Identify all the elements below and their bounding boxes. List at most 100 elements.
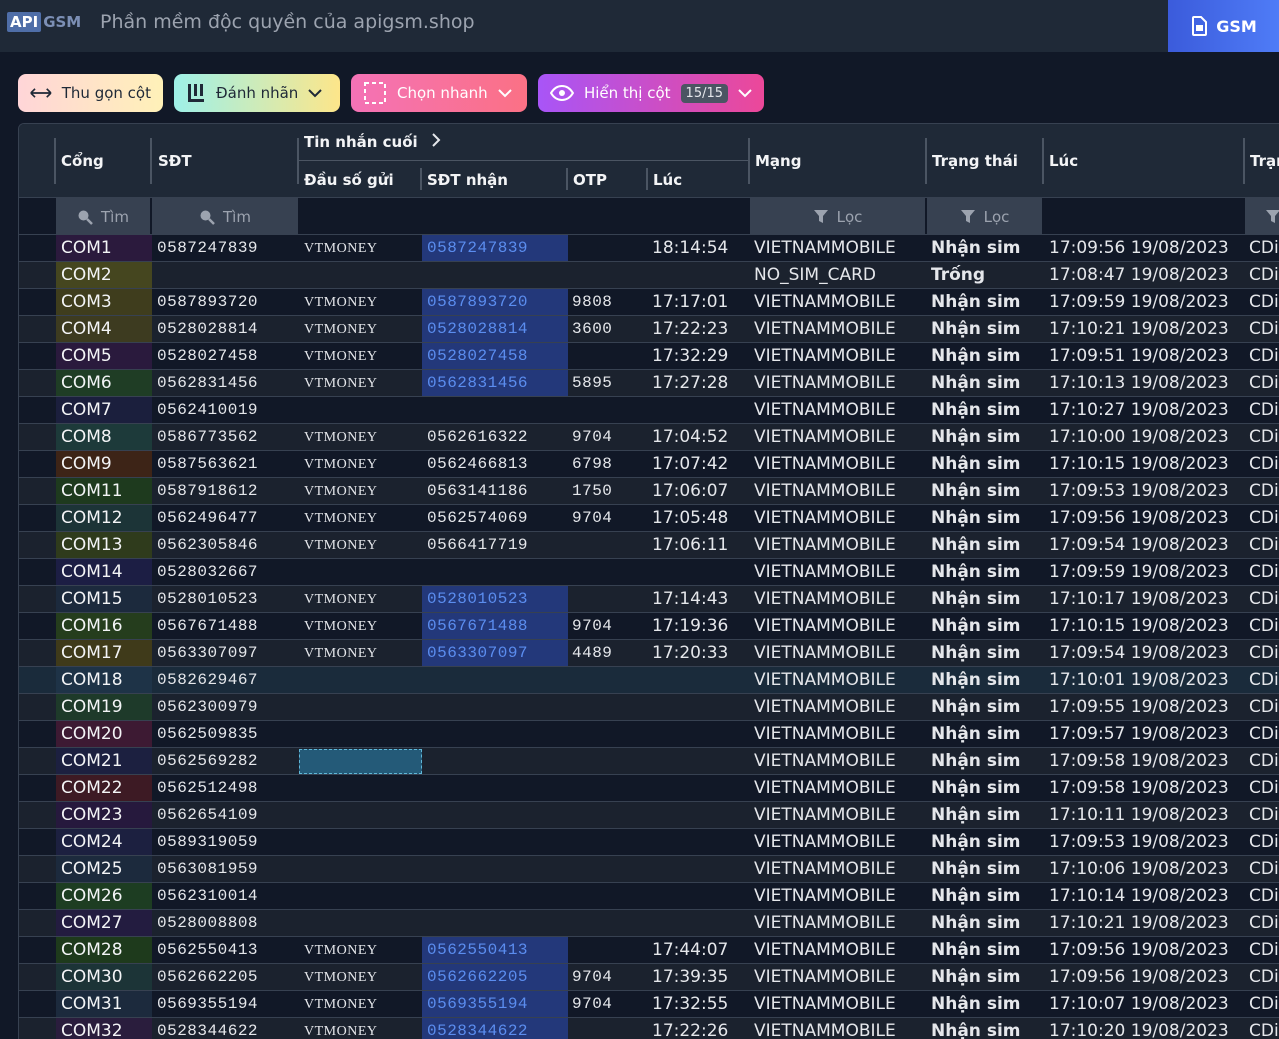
- column-header-sender[interactable]: Đầu số gửi: [304, 171, 394, 189]
- table-row[interactable]: COM4 0528028814 VTMONEY 0528028814 3600 17:22…: [19, 316, 1279, 343]
- cell-station[interactable]: CDi: [1249, 478, 1279, 504]
- cell-receiver[interactable]: 0528010523: [422, 586, 568, 612]
- cell-status[interactable]: Nhận sim: [931, 991, 1043, 1017]
- cell-port[interactable]: COM24: [56, 829, 152, 855]
- cell-receiver[interactable]: 0569355194: [422, 991, 568, 1017]
- cell-msg-time[interactable]: 17:07:42: [652, 451, 752, 477]
- cell-otp[interactable]: 4489: [572, 640, 648, 666]
- table-row[interactable]: COM16 0567671488 VTMONEY 0567671488 9704 17:1…: [19, 613, 1279, 640]
- cell-station[interactable]: CDi: [1249, 586, 1279, 612]
- cell-sdt[interactable]: 0562550413: [157, 937, 299, 963]
- cell-sender[interactable]: VTMONEY: [304, 451, 422, 477]
- cell-station[interactable]: CDi: [1249, 937, 1279, 963]
- cell-sdt[interactable]: 0586773562: [157, 424, 299, 450]
- cell-sdt[interactable]: 0528008808: [157, 910, 299, 936]
- cell-sdt[interactable]: 0528028814: [157, 316, 299, 342]
- cell-station[interactable]: CDi: [1249, 424, 1279, 450]
- column-header-status[interactable]: Trạng thái: [932, 152, 1018, 170]
- cell-msg-time[interactable]: 17:14:43: [652, 586, 752, 612]
- cell-otp[interactable]: [572, 910, 648, 936]
- cell-station[interactable]: CDi: [1249, 883, 1279, 909]
- cell-port[interactable]: COM11: [56, 478, 152, 504]
- cell-sender[interactable]: VTMONEY: [304, 964, 422, 990]
- cell-time[interactable]: 17:09:56 19/08/2023: [1049, 505, 1244, 531]
- cell-msg-time[interactable]: 17:39:35: [652, 964, 752, 990]
- column-header-port[interactable]: Cổng: [61, 152, 104, 170]
- cell-otp[interactable]: [572, 532, 648, 558]
- table-row[interactable]: COM15 0528010523 VTMONEY 0528010523 17:14:43…: [19, 586, 1279, 613]
- cell-station[interactable]: CDi: [1249, 235, 1279, 261]
- cell-sender[interactable]: VTMONEY: [304, 532, 422, 558]
- cell-station[interactable]: CDi: [1249, 829, 1279, 855]
- table-row[interactable]: COM8 0586773562 VTMONEY 0562616322 9704 17:04…: [19, 424, 1279, 451]
- cell-msg-time[interactable]: 17:06:07: [652, 478, 752, 504]
- cell-msg-time[interactable]: 17:04:52: [652, 424, 752, 450]
- column-separator[interactable]: [925, 138, 927, 184]
- table-row[interactable]: COM31 0569355194 VTMONEY 0569355194 9704 17:3…: [19, 991, 1279, 1018]
- cell-station[interactable]: CDi: [1249, 694, 1279, 720]
- cell-port[interactable]: COM8: [56, 424, 152, 450]
- cell-sdt[interactable]: 0562831456: [157, 370, 299, 396]
- cell-sender[interactable]: VTMONEY: [304, 478, 422, 504]
- cell-network[interactable]: VIETNAMMOBILE: [754, 397, 926, 423]
- cell-status[interactable]: Nhận sim: [931, 640, 1043, 666]
- cell-sdt[interactable]: 0562310014: [157, 883, 299, 909]
- cell-sender[interactable]: VTMONEY: [304, 343, 422, 369]
- cell-port[interactable]: COM15: [56, 586, 152, 612]
- column-group-last-message[interactable]: Tin nhắn cuối: [304, 133, 441, 151]
- cell-msg-time[interactable]: [652, 802, 752, 828]
- table-row[interactable]: COM12 0562496477 VTMONEY 0562574069 9704 17:0…: [19, 505, 1279, 532]
- table-row[interactable]: COM5 0528027458 VTMONEY 0528027458 17:32:29 V…: [19, 343, 1279, 370]
- cell-msg-time[interactable]: [652, 262, 752, 288]
- cell-status[interactable]: Nhận sim: [931, 235, 1043, 261]
- cell-sdt[interactable]: 0587247839: [157, 235, 299, 261]
- cell-time[interactable]: 17:10:15 19/08/2023: [1049, 613, 1244, 639]
- label-button[interactable]: Đánh nhãn: [174, 74, 340, 112]
- cell-status[interactable]: Nhận sim: [931, 505, 1043, 531]
- table-row[interactable]: COM25 0563081959 VIETNAMMOBILE Nhận sim 17:1…: [19, 856, 1279, 883]
- cell-otp[interactable]: [572, 721, 648, 747]
- cell-station[interactable]: CDi: [1249, 262, 1279, 288]
- cell-network[interactable]: VIETNAMMOBILE: [754, 559, 926, 585]
- cell-status[interactable]: Nhận sim: [931, 910, 1043, 936]
- cell-otp[interactable]: [572, 586, 648, 612]
- cell-time[interactable]: 17:09:56 19/08/2023: [1049, 937, 1244, 963]
- cell-port[interactable]: COM6: [56, 370, 152, 396]
- cell-sdt[interactable]: 0569355194: [157, 991, 299, 1017]
- cell-network[interactable]: VIETNAMMOBILE: [754, 748, 926, 774]
- table-row[interactable]: COM19 0562300979 VIETNAMMOBILE Nhận sim 17:0…: [19, 694, 1279, 721]
- cell-port[interactable]: COM27: [56, 910, 152, 936]
- cell-sender[interactable]: [304, 829, 422, 855]
- table-row[interactable]: COM32 0528344622 VTMONEY 0528344622 17:22:26…: [19, 1018, 1279, 1039]
- cell-time[interactable]: 17:10:27 19/08/2023: [1049, 397, 1244, 423]
- cell-otp[interactable]: [572, 343, 648, 369]
- cell-sdt[interactable]: 0587918612: [157, 478, 299, 504]
- cell-status[interactable]: Nhận sim: [931, 559, 1043, 585]
- cell-status[interactable]: Nhận sim: [931, 694, 1043, 720]
- cell-station[interactable]: CDi: [1249, 505, 1279, 531]
- cell-port[interactable]: COM28: [56, 937, 152, 963]
- cell-port[interactable]: COM17: [56, 640, 152, 666]
- cell-time[interactable]: 17:09:55 19/08/2023: [1049, 694, 1244, 720]
- cell-sender[interactable]: [304, 775, 422, 801]
- status-filter-input[interactable]: Lọc: [927, 198, 1042, 235]
- cell-port[interactable]: COM7: [56, 397, 152, 423]
- cell-network[interactable]: VIETNAMMOBILE: [754, 451, 926, 477]
- cell-station[interactable]: CDi: [1249, 316, 1279, 342]
- cell-time[interactable]: 17:09:56 19/08/2023: [1049, 964, 1244, 990]
- cell-sender[interactable]: [304, 667, 422, 693]
- table-row[interactable]: COM23 0562654109 VIETNAMMOBILE Nhận sim 17:1…: [19, 802, 1279, 829]
- cell-time[interactable]: 17:10:13 19/08/2023: [1049, 370, 1244, 396]
- cell-sdt[interactable]: 0528010523: [157, 586, 299, 612]
- cell-receiver[interactable]: 0528344622: [422, 1018, 568, 1039]
- table-row[interactable]: COM2 NO_SIM_CARD Trống 17:08:47 19/08/2023 C…: [19, 262, 1279, 289]
- cell-status[interactable]: Nhận sim: [931, 532, 1043, 558]
- column-header-sdt[interactable]: SĐT: [158, 152, 192, 170]
- column-separator[interactable]: [646, 168, 648, 190]
- cell-receiver[interactable]: 0562616322: [422, 424, 568, 450]
- cell-station[interactable]: CDi: [1249, 451, 1279, 477]
- cell-msg-time[interactable]: [652, 721, 752, 747]
- cell-msg-time[interactable]: 17:44:07: [652, 937, 752, 963]
- cell-receiver[interactable]: 0562574069: [422, 505, 568, 531]
- cell-station[interactable]: CDi: [1249, 613, 1279, 639]
